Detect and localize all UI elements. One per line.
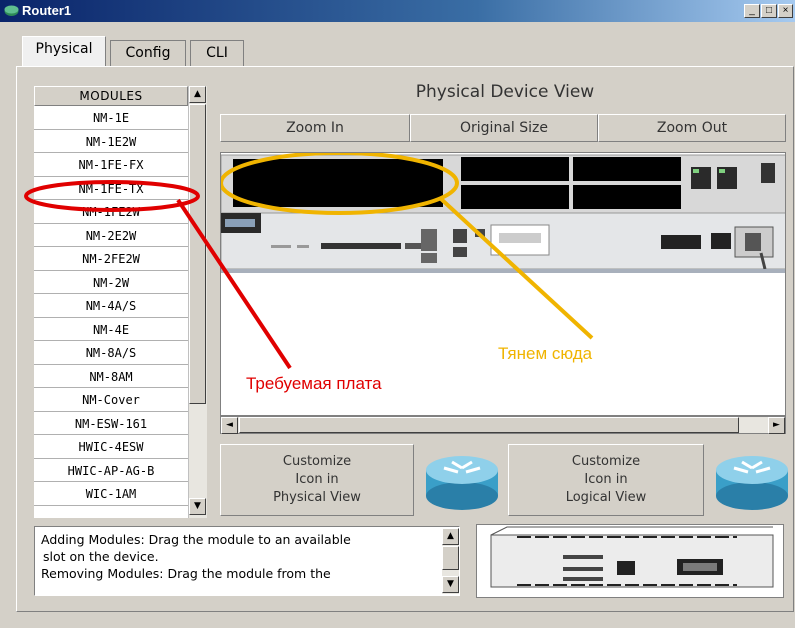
annotation-overlay xyxy=(24,180,594,370)
drag-here-annotation: Тянем сюда xyxy=(498,344,593,363)
router-window: Router1 _ □ × Physical Config CLI MODULE… xyxy=(0,0,795,628)
required-board-annotation: Требуемая плата xyxy=(246,374,382,393)
red-arrow-line xyxy=(176,198,292,370)
red-highlight-ellipse xyxy=(24,180,200,212)
yellow-arrow-line xyxy=(438,196,594,340)
